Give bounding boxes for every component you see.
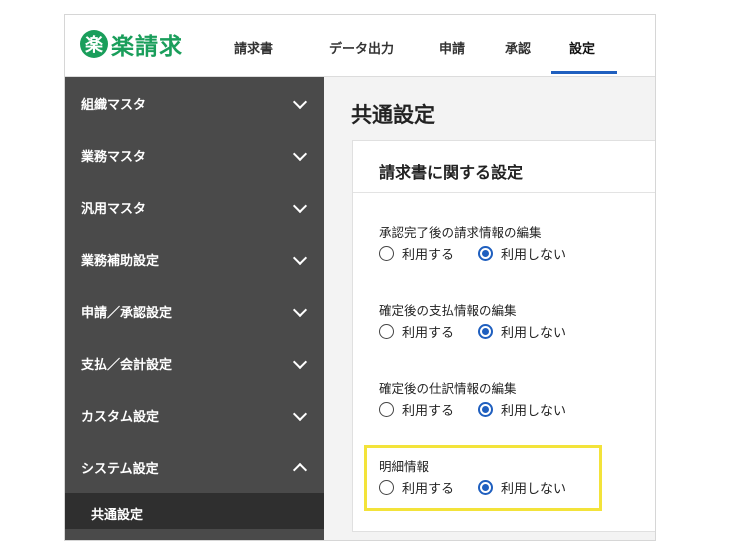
sidebar: 組織マスタ 業務マスタ 汎用マスタ 業務補助設定 申請／承認設定 支払／会計設定…: [65, 77, 324, 540]
nav-item-approval[interactable]: 承認: [505, 38, 531, 57]
setting-label: 確定後の仕訳情報の編集: [379, 381, 517, 396]
radio-not-use[interactable]: 利用しない: [478, 244, 566, 263]
chevron-down-icon: [292, 198, 308, 214]
radio-use[interactable]: 利用する: [379, 244, 454, 263]
radio-label: 利用しない: [501, 404, 567, 419]
logo-text: 楽請求: [111, 34, 183, 60]
sidebar-item-label: 業務マスタ: [81, 150, 147, 165]
sidebar-subitem-label: 共通設定: [91, 508, 144, 523]
radio-group: 利用する 利用しない: [379, 400, 590, 419]
sidebar-item-label: 業務補助設定: [81, 254, 160, 269]
sidebar-item-general-master[interactable]: 汎用マスタ: [65, 181, 324, 233]
sidebar-item-payment-accounting[interactable]: 支払／会計設定: [65, 337, 324, 389]
sidebar-item-label: 申請／承認設定: [81, 306, 173, 321]
sidebar-item-business-support[interactable]: 業務補助設定: [65, 233, 324, 285]
radio-selected-icon: [478, 324, 494, 339]
radio-use[interactable]: 利用する: [379, 400, 454, 419]
top-header: 楽 楽請求 請求書 データ出力 申請 承認 設定: [65, 15, 655, 77]
sidebar-item-business-master[interactable]: 業務マスタ: [65, 129, 324, 181]
card-title: 請求書に関する設定: [379, 163, 524, 182]
chevron-down-icon: [292, 354, 308, 370]
logo-icon: 楽: [80, 30, 108, 58]
sidebar-item-label: システム設定: [81, 462, 159, 477]
radio-label: 利用しない: [501, 248, 567, 263]
radio-selected-icon: [478, 402, 494, 417]
page-title: 共通設定: [351, 103, 435, 127]
divider: [353, 192, 655, 193]
setting-label: 承認完了後の請求情報の編集: [379, 225, 542, 240]
sidebar-item-label: カスタム設定: [81, 410, 160, 425]
radio-label: 利用する: [402, 326, 455, 341]
radio-group: 利用する 利用しない: [379, 244, 590, 263]
app-logo[interactable]: 楽 楽請求: [80, 27, 183, 61]
radio-circle-icon: [379, 246, 394, 261]
chevron-down-icon: [292, 302, 308, 318]
chevron-down-icon: [292, 146, 308, 162]
nav-item-settings[interactable]: 設定: [569, 38, 595, 57]
radio-use[interactable]: 利用する: [379, 322, 454, 341]
radio-label: 利用する: [402, 404, 455, 419]
sidebar-item-application-approval[interactable]: 申請／承認設定: [65, 285, 324, 337]
radio-group: 利用する 利用しない: [379, 322, 590, 341]
radio-label: 利用しない: [501, 326, 567, 341]
radio-selected-icon: [478, 246, 494, 261]
setting-label: 確定後の支払情報の編集: [379, 303, 517, 318]
radio-not-use[interactable]: 利用しない: [478, 322, 566, 341]
radio-not-use[interactable]: 利用しない: [478, 400, 566, 419]
radio-label: 利用する: [402, 248, 455, 263]
chevron-up-icon: [292, 462, 308, 478]
sidebar-item-label: 支払／会計設定: [81, 358, 173, 373]
highlight-box: [364, 445, 602, 511]
sidebar-item-custom-settings[interactable]: カスタム設定: [65, 389, 324, 441]
sidebar-item-label: 組織マスタ: [81, 98, 147, 113]
radio-circle-icon: [379, 324, 394, 339]
sidebar-subitem-common-settings[interactable]: 共通設定: [65, 493, 324, 529]
sidebar-item-organization-master[interactable]: 組織マスタ: [65, 77, 324, 129]
nav-item-application[interactable]: 申請: [439, 38, 465, 57]
nav-item-invoice[interactable]: 請求書: [234, 38, 273, 57]
sidebar-item-label: 汎用マスタ: [81, 202, 147, 217]
nav-item-data-export[interactable]: データ出力: [329, 38, 394, 57]
radio-circle-icon: [379, 402, 394, 417]
chevron-down-icon: [292, 94, 308, 110]
chevron-down-icon: [292, 250, 308, 266]
chevron-down-icon: [292, 406, 308, 422]
sidebar-item-system-settings[interactable]: システム設定: [65, 441, 324, 493]
active-tab-indicator: [551, 71, 617, 74]
